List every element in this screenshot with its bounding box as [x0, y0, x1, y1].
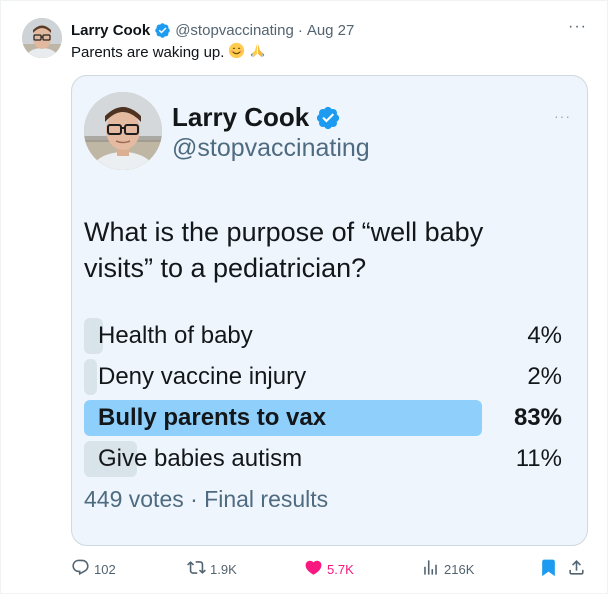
- embedded-verified-badge-icon: [315, 105, 341, 131]
- author-avatar[interactable]: [22, 18, 62, 58]
- action-bar: 102 1.9K 5.7K 216K: [71, 557, 589, 581]
- poll-option: Health of baby 4%: [84, 318, 564, 354]
- reply-count: 102: [94, 561, 116, 577]
- view-count: 216K: [444, 561, 475, 577]
- embedded-author-handle: @stopvaccinating: [172, 134, 370, 162]
- poll-option-label: Bully parents to vax: [98, 404, 327, 431]
- poll-option-percent: 4%: [527, 322, 562, 349]
- poll-option-percent: 11%: [515, 445, 562, 472]
- reply-button[interactable]: 102: [71, 557, 116, 581]
- poll-option: Deny vaccine injury 2%: [84, 359, 564, 395]
- embedded-author-name-text: Larry Cook: [172, 102, 310, 132]
- tweet-text: Parents are waking up.: [71, 42, 266, 63]
- smiling-face-icon: [228, 42, 245, 63]
- embedded-author-name: Larry Cook: [172, 102, 341, 133]
- more-options-icon[interactable]: ···: [568, 19, 587, 35]
- reply-icon: [71, 558, 90, 580]
- poll-option: Bully parents to vax 83%: [84, 400, 564, 436]
- views-button[interactable]: 216K: [421, 557, 474, 581]
- retweet-icon: [187, 558, 206, 580]
- separator-dot: ·: [297, 21, 303, 39]
- poll-option-label: Health of baby: [98, 322, 253, 349]
- verified-badge-icon: [154, 22, 171, 39]
- retweet-count: 1.9K: [210, 561, 237, 577]
- embedded-post-card[interactable]: Larry Cook @stopvaccinating ··· What is …: [71, 75, 588, 546]
- embedded-more-icon: ···: [554, 108, 571, 124]
- share-icon: [567, 558, 586, 580]
- author-handle[interactable]: @stopvaccinating: [175, 22, 294, 39]
- bar-chart-icon: [421, 558, 440, 580]
- author-name[interactable]: Larry Cook: [71, 22, 150, 39]
- poll-option-label: Deny vaccine injury: [98, 363, 307, 390]
- poll-option-percent: 2%: [527, 363, 562, 390]
- post-date[interactable]: Aug 27: [307, 22, 355, 39]
- poll-question: What is the purpose of “well baby visits…: [84, 217, 484, 283]
- bookmark-icon: [539, 558, 558, 580]
- like-count: 5.7K: [327, 561, 354, 577]
- heart-icon: [304, 558, 323, 580]
- tweet[interactable]: Larry Cook @stopvaccinating · Aug 27 ···…: [0, 0, 608, 594]
- tweet-header: Larry Cook @stopvaccinating · Aug 27: [71, 19, 354, 41]
- bookmark-button[interactable]: [539, 557, 558, 581]
- poll-option-percent: 83%: [513, 404, 562, 431]
- poll-options: Health of baby 4% Deny vaccine injury 2%…: [84, 318, 564, 482]
- tweet-text-body: Parents are waking up.: [71, 44, 225, 61]
- poll-results-footer: 449 votes · Final results: [84, 486, 329, 512]
- embedded-author-avatar: [84, 92, 162, 170]
- poll-option: Give babies autism 11%: [84, 441, 564, 477]
- folded-hands-icon: [249, 42, 266, 63]
- like-button[interactable]: 5.7K: [304, 557, 354, 581]
- poll-option-label: Give babies autism: [98, 445, 303, 472]
- retweet-button[interactable]: 1.9K: [187, 557, 237, 581]
- share-button[interactable]: [567, 557, 586, 581]
